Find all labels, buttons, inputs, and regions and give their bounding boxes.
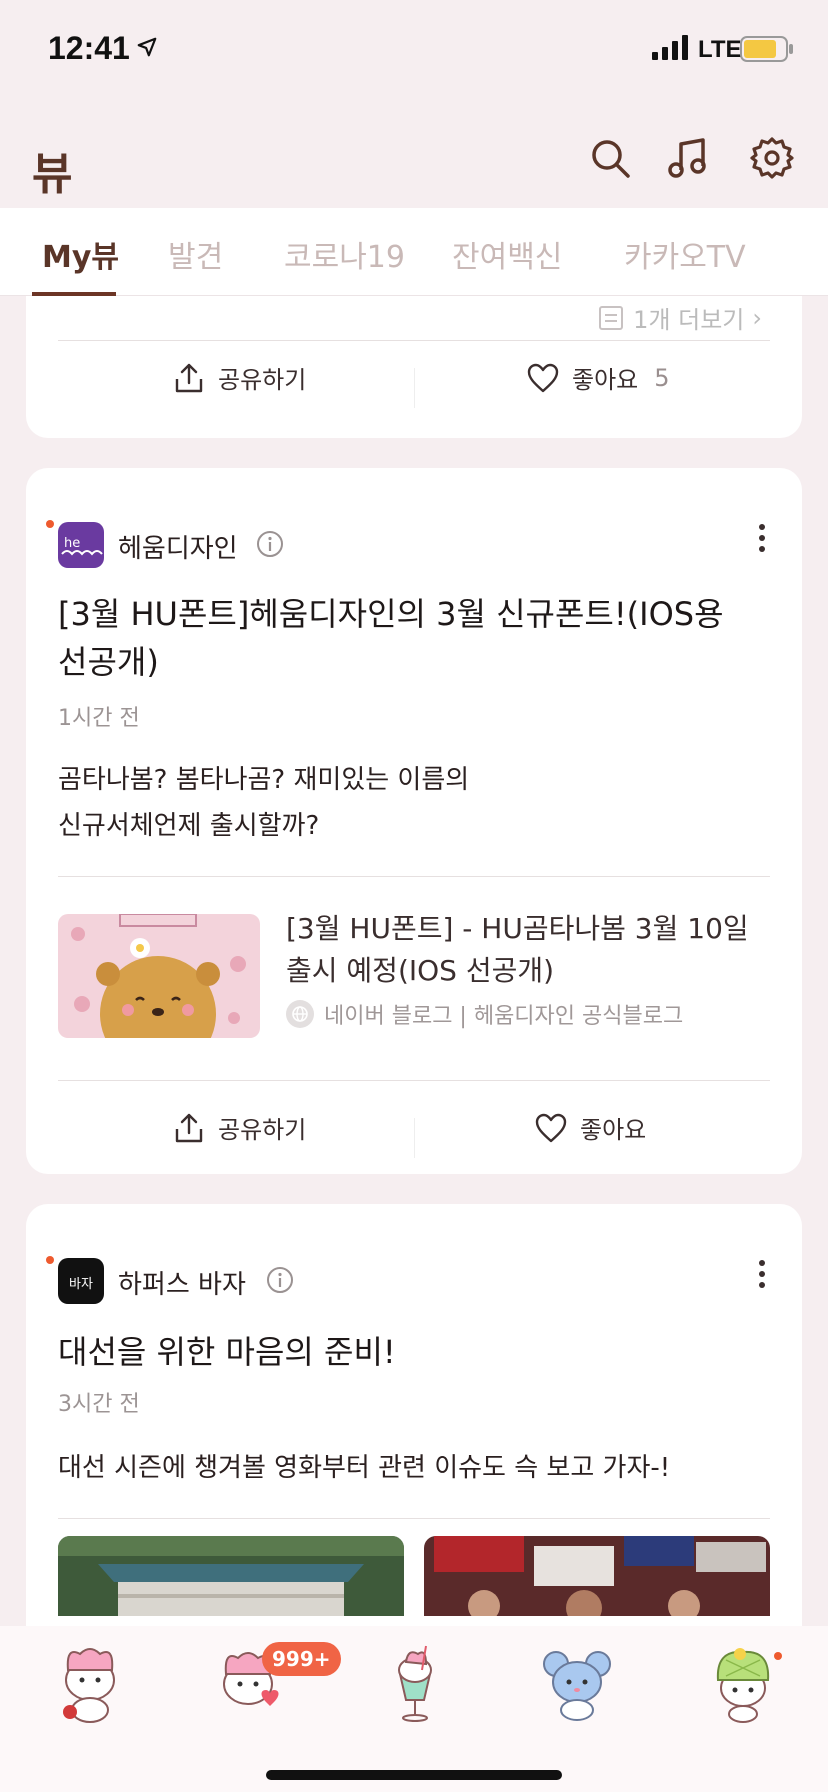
new-indicator	[46, 1256, 54, 1264]
divider	[58, 876, 770, 877]
card-title[interactable]: [3월 HU폰트]헤움디자인의 3월 신규폰트!(IOS용 선공개)	[58, 590, 752, 686]
network-type: LTE	[698, 36, 742, 63]
like-button[interactable]: 좋아요 5	[526, 360, 670, 395]
tab-mouse-character-icon[interactable]	[534, 1640, 620, 1726]
tab-discover[interactable]: 발견	[168, 232, 223, 276]
app-title: 뷰	[32, 149, 73, 200]
publisher-logo[interactable]: 바자	[58, 1258, 104, 1304]
card-title[interactable]: 대선을 위한 마음의 준비!	[58, 1328, 752, 1376]
signal-icon	[652, 35, 688, 60]
link-title[interactable]: [3월 HU폰트] - HU곰타나봄 3월 10일 출시 예정(IOS 선공개)	[286, 908, 762, 992]
battery-icon	[740, 36, 793, 62]
like-button[interactable]: 좋아요	[534, 1110, 646, 1145]
link-thumbnail[interactable]	[58, 914, 260, 1038]
article-image-crowd[interactable]	[424, 1536, 770, 1616]
card-text: 대선 시즌에 챙겨볼 영화부터 관련 이슈도 슥 보고 가자-!	[58, 1453, 671, 1483]
link-source-text: 네이버 블로그 | 헤움디자인 공식블로그	[324, 1004, 684, 1029]
new-indicator	[46, 520, 54, 528]
divider	[58, 1518, 770, 1519]
info-icon[interactable]	[256, 530, 284, 558]
share-label: 공유하기	[218, 1116, 307, 1144]
share-button[interactable]: 공유하기	[172, 1110, 306, 1145]
more-link[interactable]: 1개 더보기 ›	[597, 300, 762, 335]
status-bar: 12:41 LTE	[0, 0, 828, 100]
feed-card: 바자 하퍼스 바자 대선을 위한 마음의 준비! 3시간 전 대선 시즌에 챙겨…	[26, 1204, 802, 1626]
publisher-logo-text: he	[64, 536, 80, 551]
publisher-name[interactable]: 헤움디자인	[118, 528, 238, 565]
card-text-line1: 곰타나봄? 봄타나곰? 재미있는 이름의	[58, 765, 470, 795]
status-time: 12:41	[48, 30, 130, 66]
more-options-icon[interactable]	[758, 522, 766, 554]
feed-card: 1개 더보기 › 공유하기 좋아요 5	[26, 296, 802, 438]
card-text-line2: 신규서체언제 출시할까?	[58, 811, 320, 841]
publisher-logo-text: 바자	[69, 1277, 93, 1292]
tab-melon-character-icon[interactable]	[700, 1640, 786, 1726]
home-indicator	[266, 1770, 562, 1780]
location-arrow-icon	[137, 37, 157, 57]
heart-icon	[535, 1113, 567, 1142]
gear-icon[interactable]	[750, 136, 794, 180]
music-icon[interactable]	[666, 136, 710, 180]
list-icon	[599, 305, 624, 330]
like-label: 좋아요	[572, 366, 639, 394]
tab-kakao-tv[interactable]: 카카오TV	[624, 232, 746, 276]
divider	[58, 1080, 770, 1081]
notification-badge: 999+	[262, 1642, 341, 1676]
action-separator	[414, 368, 415, 408]
publisher-name[interactable]: 하퍼스 바자	[118, 1264, 246, 1301]
like-count: 5	[654, 363, 670, 392]
publisher-logo[interactable]: he	[58, 522, 104, 568]
action-separator	[414, 1118, 415, 1158]
share-button[interactable]: 공유하기	[172, 360, 306, 395]
article-image-blue-house[interactable]	[58, 1536, 404, 1616]
card-time: 3시간 전	[58, 1392, 140, 1417]
like-label: 좋아요	[580, 1116, 647, 1144]
share-icon	[175, 1113, 203, 1142]
share-label: 공유하기	[218, 366, 307, 394]
tab-my-view[interactable]: My뷰	[42, 232, 119, 276]
new-indicator	[774, 1652, 782, 1660]
divider	[58, 340, 770, 341]
search-icon[interactable]	[588, 136, 632, 180]
app-header: 뷰	[0, 100, 828, 208]
more-label: 1개 더보기	[633, 306, 745, 334]
globe-icon	[286, 1000, 314, 1028]
feed-card: he 헤움디자인 [3월 HU폰트]헤움디자인의 3월 신규폰트!(IOS용 선…	[26, 468, 802, 1174]
card-time: 1시간 전	[58, 706, 140, 731]
bottom-tab-bar: 999+	[0, 1626, 828, 1792]
tab-dessert-character-icon[interactable]	[372, 1640, 458, 1726]
tab-home-character-icon[interactable]	[46, 1640, 132, 1726]
link-source: 네이버 블로그 | 헤움디자인 공식블로그	[286, 998, 683, 1030]
category-tabs: My뷰 발견 코로나19 잔여백신 카카오TV	[0, 208, 828, 296]
chevron-right-icon: ›	[752, 303, 762, 332]
heart-icon	[527, 363, 559, 392]
info-icon[interactable]	[266, 1266, 294, 1294]
tab-remaining-vaccine[interactable]: 잔여백신	[452, 232, 562, 276]
feed: 1개 더보기 › 공유하기 좋아요 5 he 헤움디자인 [3월 HU폰트]헤움…	[0, 296, 828, 1626]
tab-covid19[interactable]: 코로나19	[284, 232, 405, 276]
share-icon	[175, 363, 203, 392]
more-options-icon[interactable]	[758, 1258, 766, 1290]
